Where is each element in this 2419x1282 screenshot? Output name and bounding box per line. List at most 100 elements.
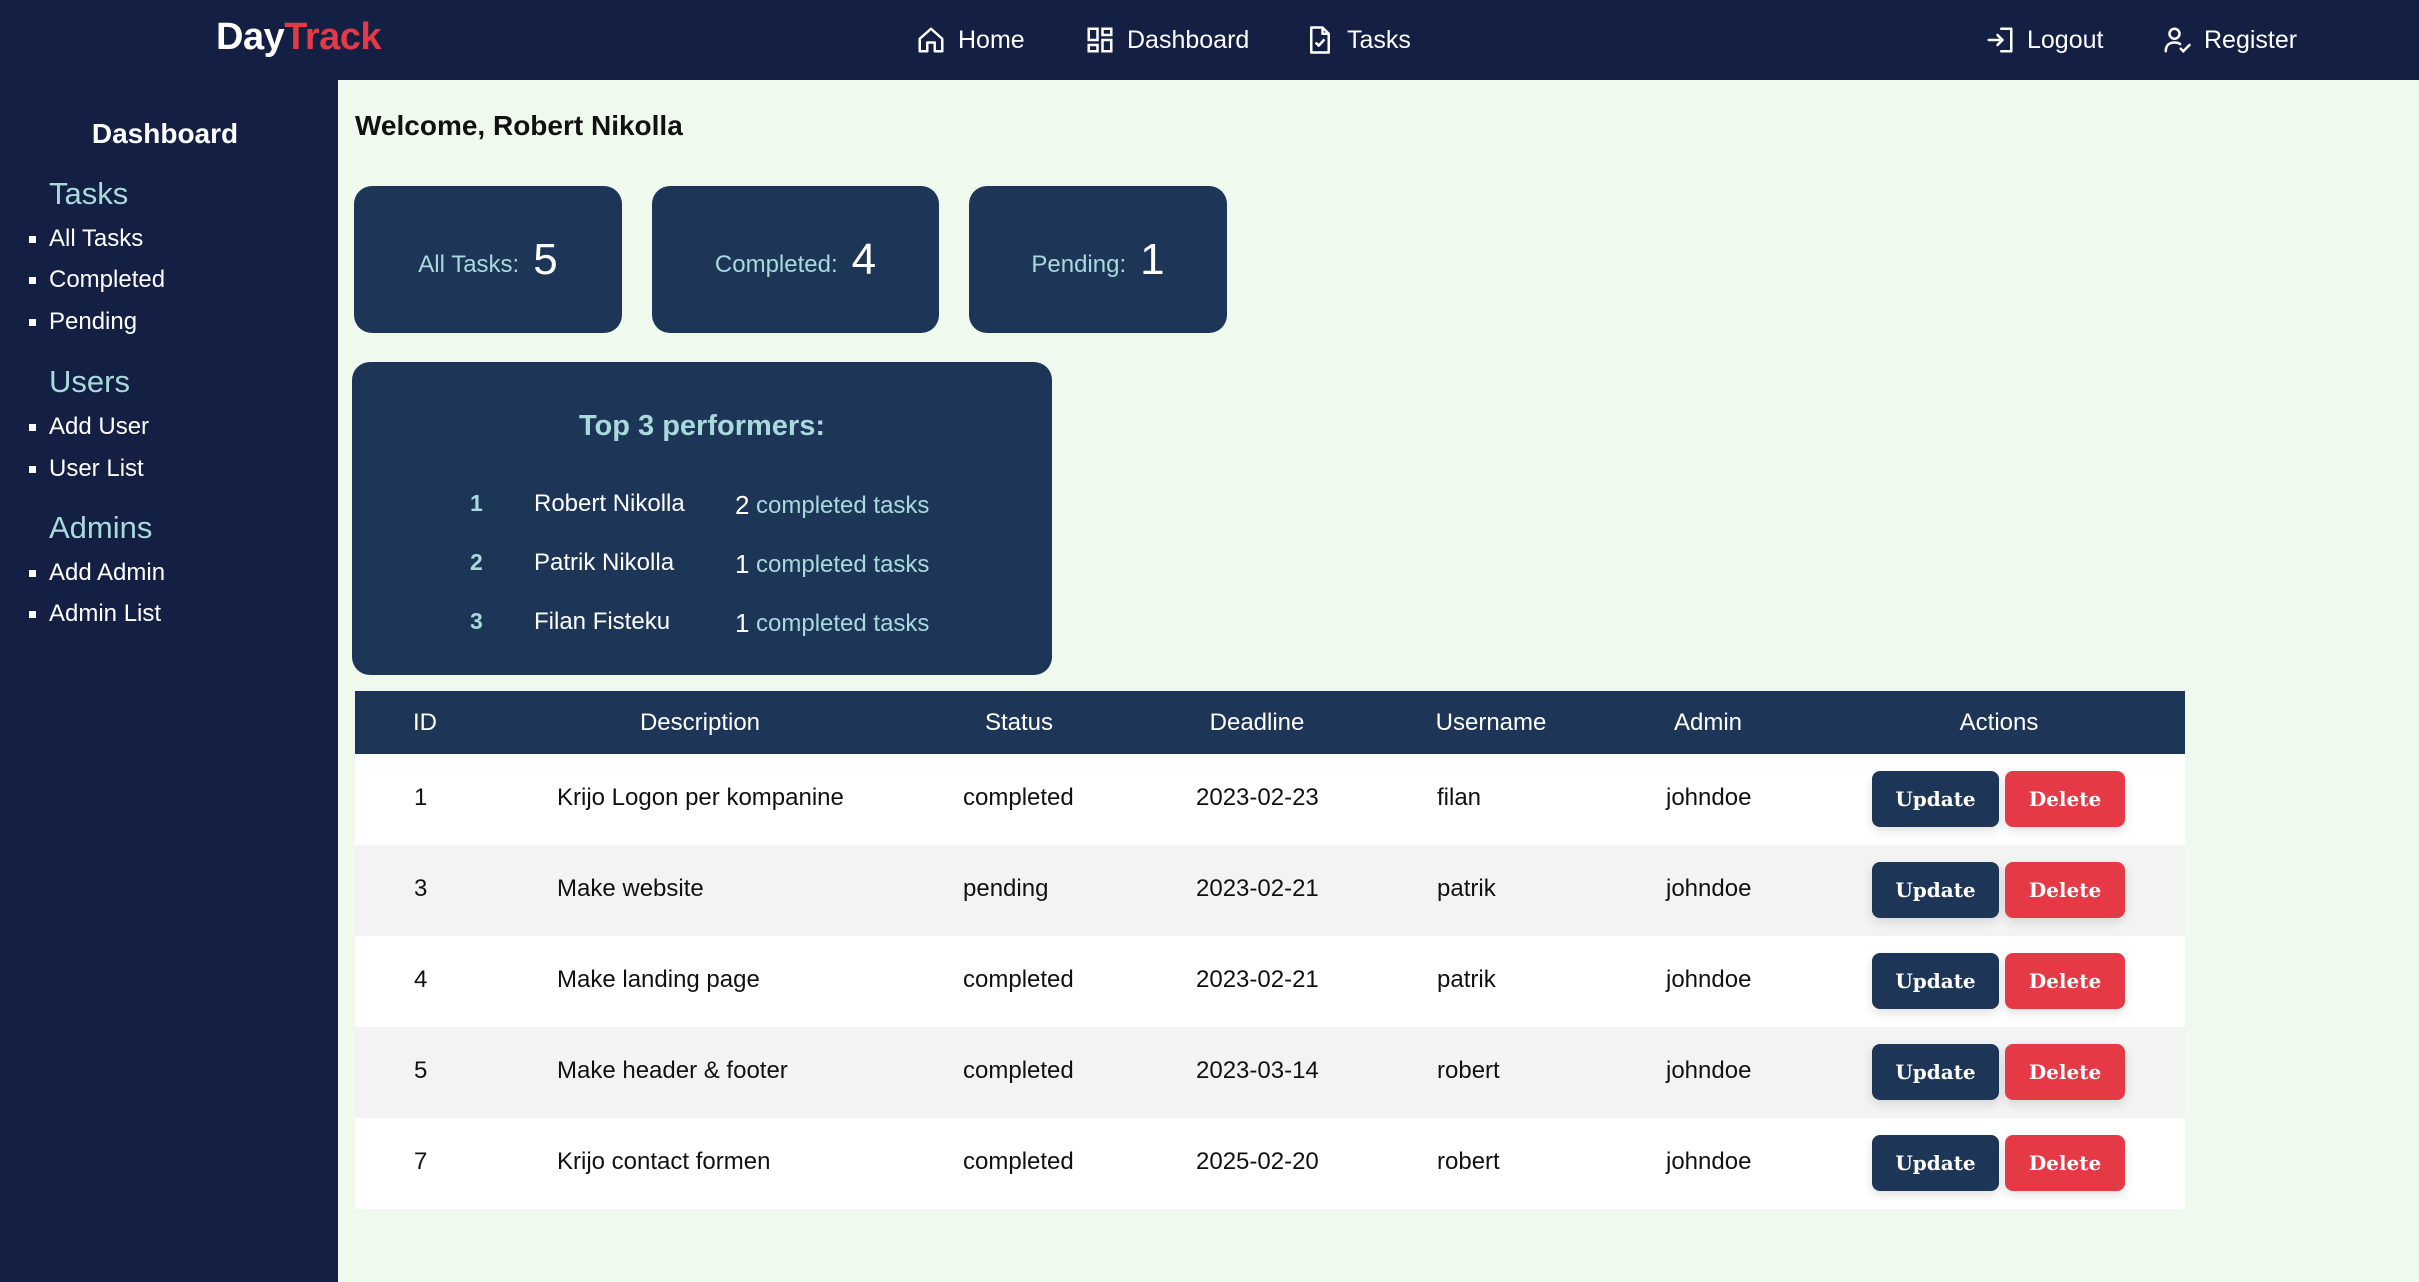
nav-tasks-label: Tasks <box>1347 25 1411 54</box>
user-check-icon <box>2164 27 2191 54</box>
cell-description: Make header & footer <box>557 1057 788 1084</box>
delete-button[interactable]: Delete <box>2005 862 2125 918</box>
cell-id: 7 <box>414 1148 428 1175</box>
sidebar: Dashboard Tasks All Tasks Completed Pend… <box>0 80 338 1282</box>
cell-admin: johndoe <box>1666 784 1752 811</box>
performer-name: Robert Nikolla <box>534 490 685 517</box>
cell-id: 4 <box>414 966 428 993</box>
column-header-id: ID <box>413 709 437 736</box>
top-performers-card: Top 3 performers: 1 Robert Nikolla 2 com… <box>352 362 1052 675</box>
performer-row: 1 Robert Nikolla 2 completed tasks <box>352 490 1052 530</box>
performer-count: 1 <box>735 549 750 579</box>
cell-admin: johndoe <box>1666 875 1752 902</box>
logo-main: Day <box>216 16 285 58</box>
nav-register[interactable]: Register <box>2162 22 2297 58</box>
cell-username: robert <box>1437 1148 1500 1175</box>
dashboard-icon <box>1087 27 1113 53</box>
performer-suffix: completed tasks <box>756 610 930 637</box>
sidebar-heading-tasks: Tasks <box>49 176 129 211</box>
stat-label: Pending: <box>1031 250 1127 278</box>
cell-deadline: 2023-02-21 <box>1196 875 1319 902</box>
cell-description: Make website <box>557 875 704 902</box>
table-row: 3 Make website pending 2023-02-21 patrik… <box>355 845 2185 936</box>
cell-id: 5 <box>414 1057 428 1084</box>
nav-logout[interactable]: Logout <box>1985 22 2103 58</box>
logo-accent: Track <box>284 16 382 58</box>
stat-card-completed: Completed: 4 <box>652 186 939 333</box>
nav-dashboard[interactable]: Dashboard <box>1085 22 1249 58</box>
sidebar-item-all-tasks[interactable]: All Tasks <box>28 225 143 253</box>
delete-button[interactable]: Delete <box>2005 953 2125 1009</box>
performer-name: Patrik Nikolla <box>534 549 675 576</box>
sidebar-item-user-list[interactable]: User List <box>29 455 144 483</box>
stat-value: 5 <box>533 234 558 284</box>
delete-button[interactable]: Delete <box>2005 1044 2125 1100</box>
top-navbar: DayTrack Home Dashboard Tasks Logout Reg… <box>0 0 2419 80</box>
sidebar-item-pending[interactable]: Pending <box>28 308 137 336</box>
cell-description: Krijo contact formen <box>557 1148 771 1175</box>
sidebar-item-completed[interactable]: Completed <box>28 266 165 294</box>
performer-rank: 3 <box>470 608 483 634</box>
stat-label: All Tasks: <box>418 250 520 278</box>
column-header-actions: Actions <box>1959 709 2039 736</box>
cell-description: Krijo Logon per kompanine <box>557 784 844 811</box>
update-button[interactable]: Update <box>1872 771 1999 827</box>
column-header-description: Description <box>639 709 761 736</box>
table-row: 4 Make landing page completed 2023-02-21… <box>355 936 2185 1027</box>
task-check-icon <box>1310 26 1330 54</box>
column-header-username: Username <box>1435 709 1547 736</box>
cell-description: Make landing page <box>557 966 760 993</box>
performer-rank: 1 <box>470 490 483 516</box>
cell-status: completed <box>963 966 1074 993</box>
performer-name: Filan Fisteku <box>534 608 671 635</box>
cell-deadline: 2025-02-20 <box>1196 1148 1319 1175</box>
sidebar-title: Dashboard <box>91 118 239 149</box>
cell-status: completed <box>963 1057 1074 1084</box>
tasks-table: ID Description Status Deadline Username … <box>355 691 2185 1209</box>
nav-logout-label: Logout <box>2027 25 2104 54</box>
performer-count: 2 <box>735 490 750 520</box>
table-row: 1 Krijo Logon per kompanine completed 20… <box>355 754 2185 845</box>
update-button[interactable]: Update <box>1872 862 1999 918</box>
top-performers-title: Top 3 performers: <box>578 410 825 442</box>
nav-home[interactable]: Home <box>916 22 1025 58</box>
update-button[interactable]: Update <box>1872 1135 1999 1191</box>
nav-dashboard-label: Dashboard <box>1127 25 1250 54</box>
table-row: 7 Krijo contact formen completed 2025-02… <box>355 1118 2185 1209</box>
home-icon <box>918 27 944 53</box>
cell-deadline: 2023-03-14 <box>1196 1057 1319 1084</box>
sidebar-heading-users: Users <box>49 364 130 399</box>
stat-value: 1 <box>1140 234 1165 284</box>
performer-row: 3 Filan Fisteku 1 completed tasks <box>352 608 1052 648</box>
nav-home-label: Home <box>958 25 1025 54</box>
table-row: 5 Make header & footer completed 2023-03… <box>355 1027 2185 1118</box>
table-header-row: ID Description Status Deadline Username … <box>355 691 2185 754</box>
sidebar-item-add-admin[interactable]: Add Admin <box>28 559 165 587</box>
cell-admin: johndoe <box>1666 1148 1752 1175</box>
performer-rank: 2 <box>470 549 483 575</box>
cell-id: 1 <box>414 784 428 811</box>
update-button[interactable]: Update <box>1872 1044 1999 1100</box>
app-logo[interactable]: DayTrack <box>216 16 382 59</box>
sidebar-item-admin-list[interactable]: Admin List <box>28 600 161 628</box>
update-button[interactable]: Update <box>1872 953 1999 1009</box>
nav-register-label: Register <box>2204 25 2298 54</box>
cell-status: completed <box>963 784 1074 811</box>
column-header-deadline: Deadline <box>1209 709 1305 736</box>
cell-username: robert <box>1437 1057 1500 1084</box>
performer-suffix: completed tasks <box>756 551 930 578</box>
sidebar-heading-admins: Admins <box>49 510 153 545</box>
nav-tasks[interactable]: Tasks <box>1305 22 1411 58</box>
column-header-status: Status <box>984 709 1054 736</box>
performer-suffix: completed tasks <box>756 492 930 519</box>
welcome-heading: Welcome, Robert Nikolla <box>355 110 683 141</box>
cell-username: filan <box>1437 784 1482 811</box>
delete-button[interactable]: Delete <box>2005 771 2125 827</box>
sidebar-item-add-user[interactable]: Add User <box>28 413 149 441</box>
performer-row: 2 Patrik Nikolla 1 completed tasks <box>352 549 1052 589</box>
delete-button[interactable]: Delete <box>2005 1135 2125 1191</box>
cell-deadline: 2023-02-21 <box>1196 966 1319 993</box>
cell-deadline: 2023-02-23 <box>1196 784 1319 811</box>
logout-icon <box>1987 27 2013 53</box>
column-header-admin: Admin <box>1673 709 1743 736</box>
